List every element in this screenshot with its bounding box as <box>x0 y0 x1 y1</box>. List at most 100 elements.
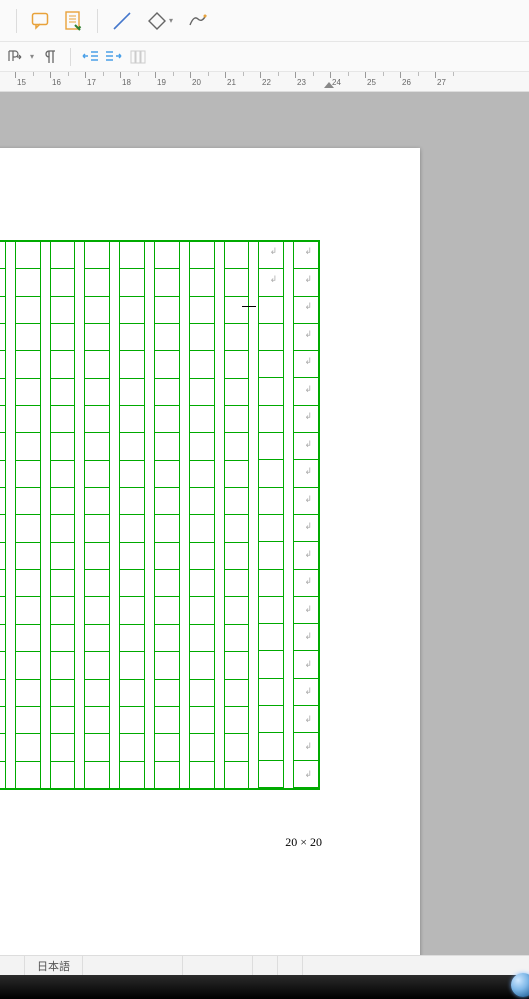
genko-cell[interactable] <box>85 406 109 433</box>
genko-cell[interactable] <box>155 269 179 296</box>
genko-cell[interactable] <box>16 734 40 761</box>
genko-cell[interactable] <box>16 597 40 624</box>
genko-cell[interactable] <box>51 406 75 433</box>
genko-cell[interactable] <box>16 625 40 652</box>
genko-cell[interactable] <box>85 515 109 542</box>
genko-cell[interactable] <box>259 406 283 433</box>
genko-cell[interactable] <box>85 379 109 406</box>
genko-cell[interactable] <box>0 379 5 406</box>
genko-cell[interactable] <box>155 625 179 652</box>
genko-cell[interactable] <box>85 734 109 761</box>
line-tool-button[interactable] <box>108 7 136 35</box>
genko-cell[interactable] <box>155 406 179 433</box>
genko-cell[interactable] <box>120 324 144 351</box>
genko-cell[interactable] <box>259 488 283 515</box>
genko-cell[interactable] <box>85 707 109 734</box>
genko-cell[interactable] <box>225 707 249 734</box>
genko-cell[interactable] <box>155 515 179 542</box>
genko-cell[interactable] <box>0 652 5 679</box>
genko-cell[interactable] <box>155 707 179 734</box>
genko-cell[interactable] <box>85 597 109 624</box>
genko-cell[interactable] <box>51 488 75 515</box>
genko-cell[interactable] <box>190 461 214 488</box>
genko-cell[interactable] <box>0 297 5 324</box>
genko-cell[interactable] <box>225 597 249 624</box>
genko-cell[interactable] <box>155 433 179 460</box>
genko-cell[interactable] <box>190 488 214 515</box>
genko-cell[interactable] <box>225 488 249 515</box>
genko-cell[interactable] <box>51 351 75 378</box>
genko-cell[interactable] <box>190 433 214 460</box>
genko-cell[interactable] <box>51 652 75 679</box>
genko-cell[interactable] <box>259 706 283 733</box>
genko-cell[interactable] <box>190 570 214 597</box>
genko-cell[interactable] <box>51 433 75 460</box>
genko-cell[interactable] <box>120 379 144 406</box>
genko-cell[interactable] <box>155 543 179 570</box>
genko-cell[interactable] <box>225 734 249 761</box>
genko-cell[interactable] <box>85 351 109 378</box>
genko-cell[interactable] <box>225 762 249 788</box>
genko-cell[interactable] <box>16 433 40 460</box>
genko-cell[interactable] <box>259 324 283 351</box>
genko-cell[interactable] <box>16 543 40 570</box>
genko-cell[interactable] <box>190 597 214 624</box>
status-cell[interactable] <box>83 956 183 975</box>
genko-cell[interactable] <box>190 543 214 570</box>
genko-cell[interactable] <box>0 515 5 542</box>
genko-cell[interactable] <box>155 379 179 406</box>
genko-cell[interactable] <box>155 242 179 269</box>
genko-cell[interactable] <box>225 351 249 378</box>
genko-cell[interactable] <box>0 707 5 734</box>
columns-button[interactable] <box>127 46 149 68</box>
genko-cell[interactable] <box>85 488 109 515</box>
comment-button[interactable] <box>27 7 55 35</box>
genko-cell[interactable] <box>51 543 75 570</box>
genko-cell[interactable] <box>225 269 249 296</box>
genko-cell[interactable] <box>85 461 109 488</box>
genko-cell[interactable] <box>190 242 214 269</box>
genko-cell[interactable] <box>190 379 214 406</box>
genko-cell[interactable] <box>0 488 5 515</box>
para-direction-button[interactable] <box>0 46 26 68</box>
genko-cell[interactable] <box>225 433 249 460</box>
genko-cell[interactable] <box>51 379 75 406</box>
genko-cell[interactable] <box>85 297 109 324</box>
genko-cell[interactable] <box>120 297 144 324</box>
genko-cell[interactable] <box>259 542 283 569</box>
genko-cell[interactable] <box>155 324 179 351</box>
genko-cell[interactable] <box>51 707 75 734</box>
genko-cell[interactable] <box>0 351 5 378</box>
genko-cell[interactable] <box>190 269 214 296</box>
genko-cell[interactable] <box>190 652 214 679</box>
genko-cell[interactable] <box>51 242 75 269</box>
genko-cell[interactable] <box>155 762 179 788</box>
genko-cell[interactable] <box>0 762 5 788</box>
genko-cell[interactable] <box>0 269 5 296</box>
genko-cell[interactable] <box>225 324 249 351</box>
genko-cell[interactable] <box>120 762 144 788</box>
shape-tool-button[interactable]: ▾ <box>140 7 180 35</box>
genko-cell[interactable] <box>16 461 40 488</box>
genko-cell[interactable] <box>16 680 40 707</box>
genko-cell[interactable] <box>120 707 144 734</box>
genko-cell[interactable] <box>190 762 214 788</box>
genko-cell[interactable] <box>51 461 75 488</box>
genko-cell[interactable] <box>190 406 214 433</box>
genko-cell[interactable] <box>190 324 214 351</box>
taskbar-orb[interactable] <box>511 973 529 997</box>
genko-cell[interactable] <box>225 406 249 433</box>
genko-cell[interactable] <box>85 543 109 570</box>
genko-cell[interactable] <box>0 461 5 488</box>
genko-cell[interactable] <box>155 652 179 679</box>
genko-cell[interactable] <box>225 461 249 488</box>
genko-cell[interactable] <box>16 242 40 269</box>
genko-cell[interactable] <box>155 297 179 324</box>
genko-cell[interactable] <box>120 543 144 570</box>
genko-cell[interactable] <box>16 297 40 324</box>
genko-cell[interactable] <box>190 297 214 324</box>
genko-cell[interactable] <box>120 406 144 433</box>
genko-cell[interactable] <box>190 351 214 378</box>
genko-cell[interactable] <box>259 651 283 678</box>
genko-cell[interactable] <box>120 461 144 488</box>
